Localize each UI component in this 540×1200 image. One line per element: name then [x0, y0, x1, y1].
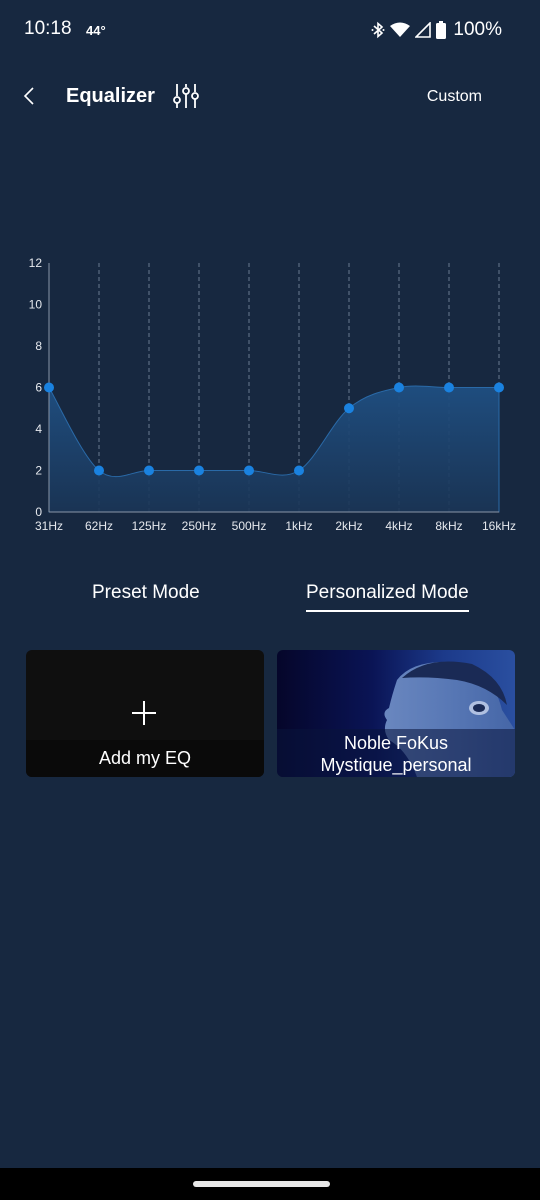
x-tick-label: 16kHz	[482, 519, 516, 533]
y-tick-label: 6	[35, 381, 42, 395]
personal-eq-card[interactable]: Noble FoKus Mystique_personal	[277, 650, 515, 777]
x-tick-label: 31Hz	[35, 519, 63, 533]
chevron-left-icon[interactable]	[18, 84, 42, 108]
device-name: Noble FoKus	[343, 733, 449, 753]
x-tick-label: 2kHz	[335, 519, 362, 533]
personal-eq-label: Noble FoKus Mystique_personal	[277, 729, 515, 777]
x-tick-label: 4kHz	[385, 519, 412, 533]
y-tick-label: 2	[35, 464, 42, 478]
y-tick-label: 4	[35, 422, 42, 436]
preset-name-button[interactable]: Custom	[427, 88, 482, 106]
eq-band-point[interactable]	[194, 465, 204, 476]
x-tick-label: 8kHz	[435, 519, 462, 533]
plus-icon	[132, 701, 156, 725]
eq-band-point[interactable]	[94, 465, 104, 476]
tab-personalized-mode[interactable]: Personalized Mode	[306, 582, 469, 612]
y-tick-label: 8	[35, 339, 42, 353]
eq-band-point[interactable]	[144, 465, 154, 476]
battery-icon	[436, 21, 447, 39]
eq-band-point[interactable]	[494, 382, 504, 393]
status-temperature: 44°	[86, 23, 106, 38]
eq-chart: 0 2 4 6 8 10 12 31Hz 62Hz 125Hz 250Hz 500Hz 1kHz 2kH…	[0, 250, 540, 540]
tab-preset-mode[interactable]: Preset Mode	[92, 582, 200, 610]
eq-band-point[interactable]	[244, 465, 254, 476]
add-my-eq-card[interactable]: Add my EQ	[26, 650, 264, 777]
battery-percentage: 100%	[453, 19, 502, 40]
eq-band-point[interactable]	[344, 403, 354, 414]
eq-chart-svg: 0 2 4 6 8 10 12 31Hz 62Hz 125Hz 250Hz 500Hz 1kHz 2kH…	[29, 256, 516, 533]
app-header: Equalizer Custom	[0, 70, 540, 126]
eq-curve-area	[48, 385, 500, 513]
eq-band-point[interactable]	[44, 382, 54, 393]
eq-band-point[interactable]	[444, 382, 454, 393]
add-my-eq-label: Add my EQ	[26, 740, 264, 777]
profile-name: Mystique_personal	[320, 755, 472, 775]
y-tick-label: 0	[35, 505, 42, 519]
page-title: Equalizer	[66, 85, 155, 107]
eq-cards: Add my EQ Noble FoKus Mystique_personal	[26, 650, 515, 778]
x-tick-label: 250Hz	[182, 519, 217, 533]
status-icons: 100%	[371, 18, 502, 42]
y-tick-label: 12	[29, 256, 43, 270]
signal-icon	[415, 22, 432, 38]
x-tick-label: 1kHz	[285, 519, 312, 533]
mode-tabs: Preset Mode Personalized Mode	[0, 582, 540, 622]
bluetooth-icon	[371, 21, 385, 39]
x-tick-label: 500Hz	[232, 519, 267, 533]
y-tick-label: 10	[29, 298, 43, 312]
eq-band-point[interactable]	[294, 465, 304, 476]
home-handle[interactable]	[193, 1181, 330, 1187]
sliders-icon[interactable]	[172, 82, 200, 110]
navigation-bar	[0, 1168, 540, 1200]
x-tick-label: 125Hz	[132, 519, 167, 533]
status-time: 10:18	[24, 18, 72, 39]
eq-band-point[interactable]	[394, 382, 404, 393]
status-bar: 10:18 44° 100%	[0, 0, 540, 60]
wifi-icon	[390, 22, 411, 37]
x-tick-label: 62Hz	[85, 519, 113, 533]
